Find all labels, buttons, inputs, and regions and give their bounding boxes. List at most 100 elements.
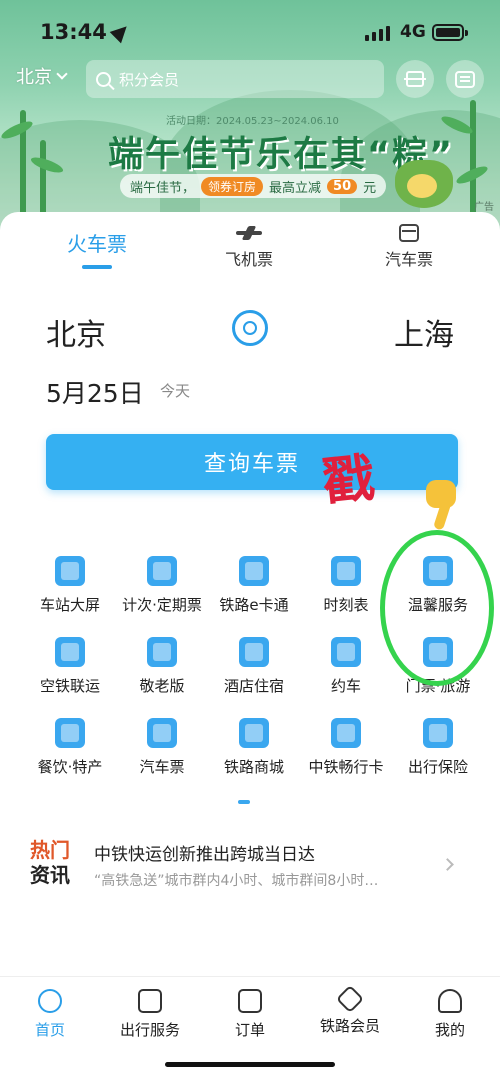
service-label: 车站大屏	[39, 596, 100, 614]
home-icon	[38, 989, 62, 1013]
nav-label: 出行服务	[119, 1021, 180, 1039]
card-train-icon	[239, 556, 269, 586]
tab-label: 火车票	[67, 232, 127, 256]
bus-icon	[147, 718, 177, 748]
fork-knife-icon	[55, 718, 85, 748]
banner-sub-prefix: 端午佳节，	[130, 180, 196, 196]
heart-icon	[147, 637, 177, 667]
highlight-circle-overlay	[380, 530, 494, 686]
chevron-down-icon	[56, 68, 68, 80]
service-label: 汽车票	[139, 758, 185, 776]
arrival-city[interactable]: 上海	[394, 310, 454, 354]
calendar-grid-icon	[55, 556, 85, 586]
query-tickets-button[interactable]: 查询车票	[46, 434, 458, 490]
nav-label: 铁路会员	[319, 1017, 380, 1035]
banner-date: 活动日期：2024.05.23~2024.06.10	[166, 116, 339, 127]
message-button[interactable]	[446, 60, 484, 98]
service-item[interactable]: 汽车票	[116, 718, 208, 777]
service-item[interactable]: 铁路商城	[208, 718, 300, 777]
active-tab-underline	[82, 265, 112, 269]
ticket-clock-icon	[147, 556, 177, 586]
tab-label: 汽车票	[384, 250, 433, 269]
service-label: 时刻表	[323, 596, 369, 614]
ad-label: 广告	[474, 202, 494, 213]
bus-icon	[399, 224, 419, 242]
promo-banner[interactable]: 活动日期：2024.05.23~2024.06.10 端午佳节乐在其“粽” 端午…	[0, 108, 500, 228]
hot-news[interactable]: 热门 资讯 中铁快运创新推出跨城当日达 “高铁急送”城市群内4小时、城市群间8小…	[30, 838, 470, 894]
swap-cities-button[interactable]	[232, 310, 268, 346]
service-label: 空铁联运	[39, 677, 100, 695]
pointing-hand-icon	[420, 474, 464, 534]
diamond-icon	[335, 984, 365, 1014]
status-time: 13:44	[40, 20, 133, 44]
service-item[interactable]: 餐饮·特产	[24, 718, 116, 777]
tab-label: 飞机票	[224, 250, 273, 269]
train-front-icon	[331, 556, 361, 586]
tab-train-ticket[interactable]: 火车票	[60, 228, 134, 269]
service-item[interactable]: 酒店住宿	[208, 637, 300, 696]
hotel-building-icon	[239, 637, 269, 667]
nav-label: 订单	[234, 1021, 265, 1039]
hot-news-desc: “高铁急送”城市群内4小时、城市群间8小时…	[94, 873, 379, 889]
service-item[interactable]: 约车	[300, 637, 392, 696]
service-label: 出行保险	[407, 758, 468, 776]
date-note: 今天	[160, 382, 191, 400]
banner-coupon-pill: 领券订房	[201, 176, 264, 196]
tab-bus-ticket[interactable]: 汽车票	[372, 224, 446, 270]
city-label: 北京	[16, 67, 52, 88]
search-icon	[96, 71, 111, 87]
city-selector[interactable]: 北京	[16, 63, 68, 89]
service-item[interactable]: 计次·定期票	[116, 556, 208, 615]
chevron-right-icon	[441, 858, 454, 871]
tab-flight-ticket[interactable]: 飞机票	[212, 226, 286, 270]
service-label: 铁路e卡通	[219, 596, 289, 614]
banner-amount: 50	[327, 178, 358, 194]
shield-icon	[423, 718, 453, 748]
bottom-nav: 首页 出行服务 订单 铁路会员 我的	[0, 976, 500, 1068]
battery-icon	[432, 24, 468, 41]
banner-subline: 端午佳节， 领券订房 最高立减 50 元	[120, 174, 387, 198]
car-icon	[331, 637, 361, 667]
service-label: 敬老版	[139, 677, 185, 695]
service-item[interactable]: 车站大屏	[24, 556, 116, 615]
service-item[interactable]: 时刻表	[300, 556, 392, 615]
user-icon	[438, 989, 462, 1013]
nav-travel-services[interactable]: 出行服务	[100, 977, 200, 1068]
page-indicator	[238, 800, 250, 804]
nav-profile[interactable]: 我的	[400, 977, 500, 1068]
service-item[interactable]: 中铁畅行卡	[300, 718, 392, 777]
service-label: 餐饮·特产	[37, 758, 103, 776]
nav-orders[interactable]: 订单	[200, 977, 300, 1068]
service-label: 计次·定期票	[122, 596, 202, 614]
departure-date[interactable]: 5月25日	[46, 374, 144, 410]
plane-icon	[236, 226, 262, 240]
nav-label: 首页	[34, 1021, 65, 1039]
nav-home[interactable]: 首页	[0, 977, 100, 1068]
banner-sub-mid: 最高立减	[269, 180, 322, 196]
card-icon	[331, 718, 361, 748]
nav-membership[interactable]: 铁路会员	[300, 977, 400, 1068]
service-item[interactable]: 出行保险	[392, 718, 484, 777]
service-item[interactable]: 铁路e卡通	[208, 556, 300, 615]
zongzi-illustration	[395, 160, 453, 208]
banner-sub-suffix: 元	[363, 180, 377, 196]
network-type: 4G	[400, 22, 426, 42]
service-item[interactable]: 敬老版	[116, 637, 208, 696]
location-arrow-icon	[109, 20, 133, 44]
service-item[interactable]: 空铁联运	[24, 637, 116, 696]
scan-button[interactable]	[396, 60, 434, 98]
status-bar: 13:44 4G	[0, 0, 500, 58]
scan-icon	[404, 71, 426, 87]
hero-header: 13:44 4G 北京 积分会员 活动日期：2024.05.23~2024.06…	[0, 0, 500, 240]
stamp-text-overlay: 戳	[319, 447, 378, 514]
plane-train-icon	[55, 637, 85, 667]
signal-icon	[365, 26, 390, 41]
hot-news-tag-line1: 热门	[30, 838, 70, 862]
message-icon	[455, 70, 475, 88]
hot-news-title: 中铁快运创新推出跨城当日达	[94, 845, 315, 865]
home-indicator	[165, 1062, 335, 1067]
luggage-icon	[138, 989, 162, 1013]
top-bar: 北京 积分会员	[0, 60, 500, 100]
search-input[interactable]: 积分会员	[86, 60, 384, 98]
departure-city[interactable]: 北京	[46, 310, 106, 354]
